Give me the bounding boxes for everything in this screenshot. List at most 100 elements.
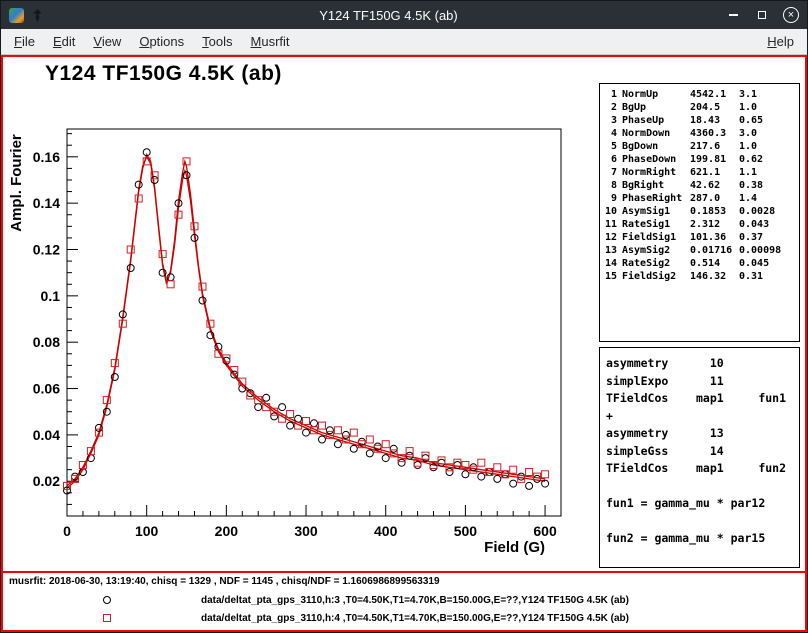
svg-text:0: 0 [63, 523, 71, 539]
param-row: 12FieldSig1101.360.37 [603, 231, 796, 244]
minimize-button[interactable] [725, 7, 741, 23]
data-point-square [526, 469, 533, 476]
param-value: 18.43 [690, 114, 739, 127]
data-point-square [510, 466, 517, 473]
param-name: PhaseDown [622, 153, 690, 166]
data-point-circle [486, 469, 493, 476]
data-point-circle [438, 459, 445, 466]
theory-line [606, 513, 793, 531]
param-row: 4NormDown4360.33.0 [603, 127, 796, 140]
param-error: 0.31 [739, 270, 796, 283]
param-value: 0.1853 [690, 205, 739, 218]
canvas-area[interactable]: Y124 TF150G 4.5K (ab) 010020030040050060… [1, 55, 807, 632]
x-axis-title: Field (G) [484, 539, 545, 555]
data-point-circle [382, 455, 389, 462]
param-row: 9PhaseRight287.01.4 [603, 192, 796, 205]
menu-items: FileEditViewOptionsToolsMusrfit [5, 31, 299, 52]
legend-square-marker-icon [103, 614, 111, 622]
param-index: 4 [603, 127, 617, 140]
data-point-square [350, 429, 357, 436]
data-point-circle [334, 441, 341, 448]
svg-text:0.06: 0.06 [33, 381, 60, 397]
param-row: 14RateSig20.5140.045 [603, 257, 796, 270]
param-row: 10AsymSig10.18530.0028 [603, 205, 796, 218]
data-point-square [334, 427, 341, 434]
legend-label: data/deltat_pta_gps_3110,h:4 ,T0=4.50K,T… [201, 613, 629, 624]
data-point-circle [271, 413, 278, 420]
app-icon [9, 8, 24, 23]
param-name: FieldSig2 [622, 270, 690, 283]
data-point-square [167, 281, 174, 288]
app-window: Y124 TF150G 4.5K (ab) × FileEditViewOpti… [0, 0, 808, 633]
param-value: 199.81 [690, 153, 739, 166]
menu-item-file[interactable]: File [5, 31, 44, 52]
data-point-square [478, 459, 485, 466]
data-point-circle [526, 482, 533, 489]
param-error: 0.62 [739, 153, 796, 166]
maximize-icon [758, 11, 766, 19]
plot-title: Y124 TF150G 4.5K (ab) [45, 62, 282, 86]
theory-line: asymmetry 10 [606, 355, 793, 373]
param-index: 12 [603, 231, 617, 244]
param-error: 0.00098 [739, 244, 796, 257]
data-point-square [366, 436, 373, 443]
data-point-square [287, 411, 294, 418]
series-circle [64, 149, 549, 494]
menubar: FileEditViewOptionsToolsMusrfit Help [1, 29, 807, 55]
param-name: RateSig2 [622, 257, 690, 270]
menu-item-view[interactable]: View [84, 31, 130, 52]
menu-item-options[interactable]: Options [130, 31, 193, 52]
param-index: 11 [603, 218, 617, 231]
menu-item-tools[interactable]: Tools [193, 31, 241, 52]
x-axis: 0100200300400500600 [63, 505, 561, 539]
close-button[interactable]: × [783, 7, 799, 23]
param-index: 5 [603, 140, 617, 153]
svg-text:100: 100 [135, 523, 159, 539]
svg-text:0.1: 0.1 [41, 288, 61, 304]
data-point-circle [406, 452, 413, 459]
menu-item-edit[interactable]: Edit [44, 31, 84, 52]
param-row: 1NormUp4542.13.1 [603, 88, 796, 101]
param-value: 0.514 [690, 257, 739, 270]
theory-line: fun1 = gamma_mu * par12 [606, 495, 793, 513]
param-error: 1.0 [739, 101, 796, 114]
menu-item-musrfit[interactable]: Musrfit [242, 31, 299, 52]
theory-line: TFieldCos map1 fun2 [606, 460, 793, 478]
data-point-circle [311, 420, 318, 427]
menu-item-help[interactable]: Help [758, 31, 803, 52]
titlebar[interactable]: Y124 TF150G 4.5K (ab) × [1, 1, 807, 29]
data-point-circle [534, 475, 541, 482]
param-value: 204.5 [690, 101, 739, 114]
y-axis: 0.020.040.060.080.10.120.140.16 [33, 134, 78, 516]
data-point-circle [518, 473, 525, 480]
legend-row: data/deltat_pta_gps_3110,h:4 ,T0=4.50K,T… [3, 610, 805, 628]
fit-line [67, 155, 545, 489]
param-index: 14 [603, 257, 617, 270]
data-point-square [159, 251, 166, 258]
param-error: 1.1 [739, 166, 796, 179]
theory-line: TFieldCos map1 fun1 [606, 390, 793, 408]
window-title: Y124 TF150G 4.5K (ab) [52, 8, 725, 23]
param-name: PhaseRight [622, 192, 690, 205]
legend-row: data/deltat_pta_gps_3110,h:3 ,T0=4.50K,T… [3, 592, 805, 610]
data-point-circle [263, 394, 270, 401]
data-point-circle [231, 371, 238, 378]
plot-svg[interactable]: 01002003004005006000.020.040.060.080.10.… [5, 107, 590, 555]
data-point-circle [279, 404, 286, 411]
svg-text:400: 400 [374, 523, 398, 539]
param-error: 0.37 [739, 231, 796, 244]
param-index: 9 [603, 192, 617, 205]
param-index: 3 [603, 114, 617, 127]
param-row: 13AsymSig20.017160.00098 [603, 244, 796, 257]
data-point-circle [510, 480, 517, 487]
theory-line: simpleGss 14 [606, 443, 793, 461]
data-point-circle [462, 471, 469, 478]
maximize-button[interactable] [754, 7, 770, 23]
separator-line [3, 571, 805, 573]
data-point-circle [414, 462, 421, 469]
param-value: 146.32 [690, 270, 739, 283]
param-name: AsymSig1 [622, 205, 690, 218]
svg-text:0.04: 0.04 [33, 427, 60, 443]
data-point-circle [319, 436, 326, 443]
param-name: RateSig1 [622, 218, 690, 231]
